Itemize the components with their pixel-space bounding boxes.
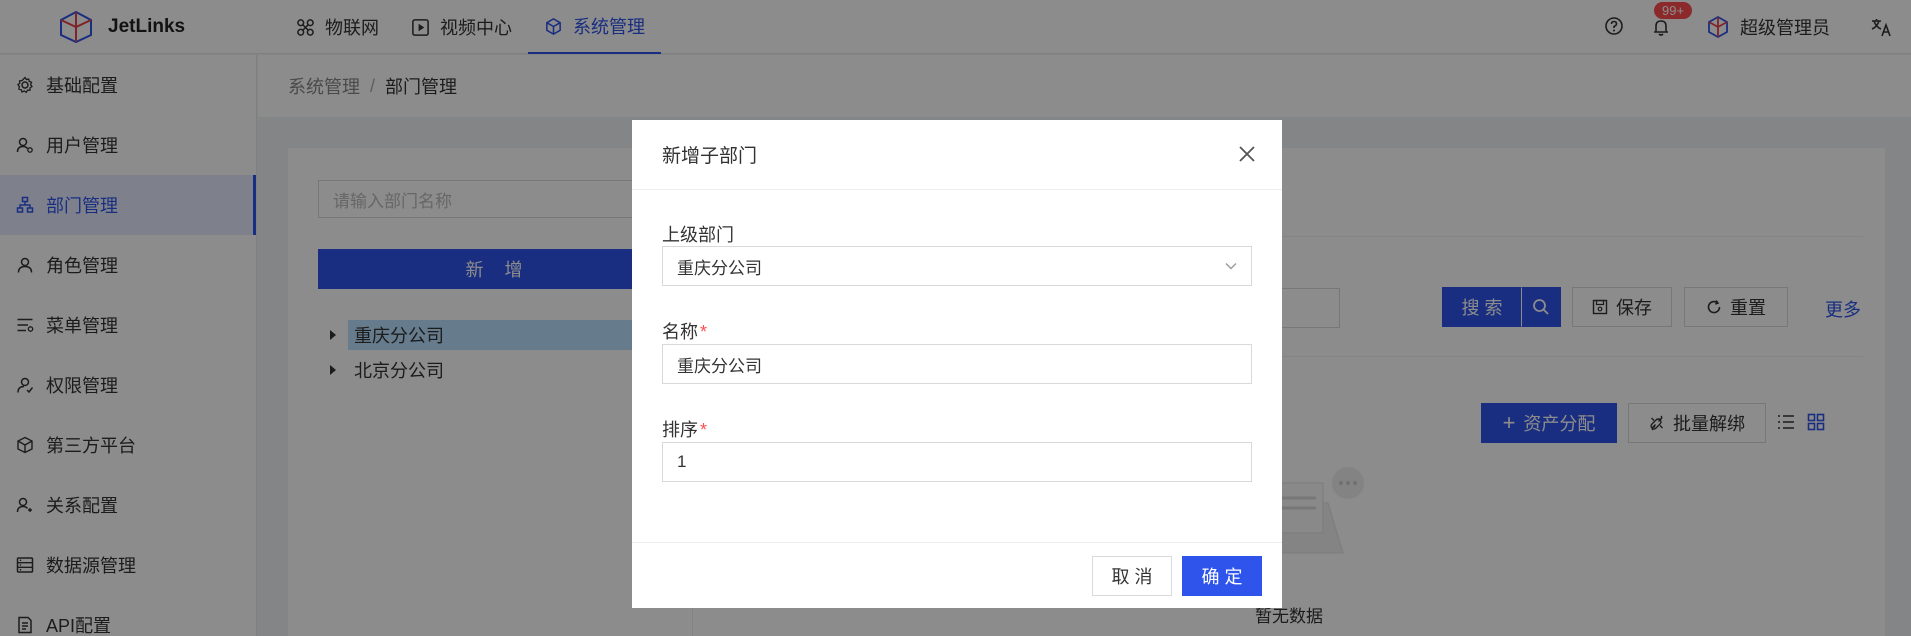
- order-field[interactable]: 1: [662, 442, 1252, 482]
- modal-footer: 取 消 确 定: [632, 542, 1282, 608]
- name-label: 名称 *: [662, 318, 707, 344]
- order-label: 排序 *: [662, 416, 707, 442]
- parent-department-label: 上级部门: [662, 221, 734, 247]
- close-icon[interactable]: [1237, 144, 1257, 164]
- label-text: 上级部门: [662, 225, 734, 245]
- modal-header: 新增子部门: [632, 120, 1282, 190]
- name-field[interactable]: 重庆分公司: [662, 344, 1252, 384]
- confirm-button[interactable]: 确 定: [1182, 556, 1262, 596]
- chevron-down-icon: [1225, 263, 1237, 270]
- select-value: 重庆分公司: [677, 258, 762, 278]
- label-text: 排序: [662, 420, 698, 440]
- cancel-button[interactable]: 取 消: [1092, 556, 1172, 596]
- order-value: 1: [677, 452, 687, 471]
- label-text: 名称: [662, 322, 698, 342]
- name-value: 重庆分公司: [677, 356, 762, 376]
- required-mark: *: [700, 420, 708, 440]
- required-mark: *: [700, 322, 708, 342]
- modal-title: 新增子部门: [662, 146, 758, 167]
- add-sub-department-modal: 新增子部门 上级部门 重庆分公司 名称 * 重庆分公司 排序 * 1 取 消 确 定: [632, 120, 1282, 608]
- parent-department-select[interactable]: 重庆分公司: [662, 246, 1252, 286]
